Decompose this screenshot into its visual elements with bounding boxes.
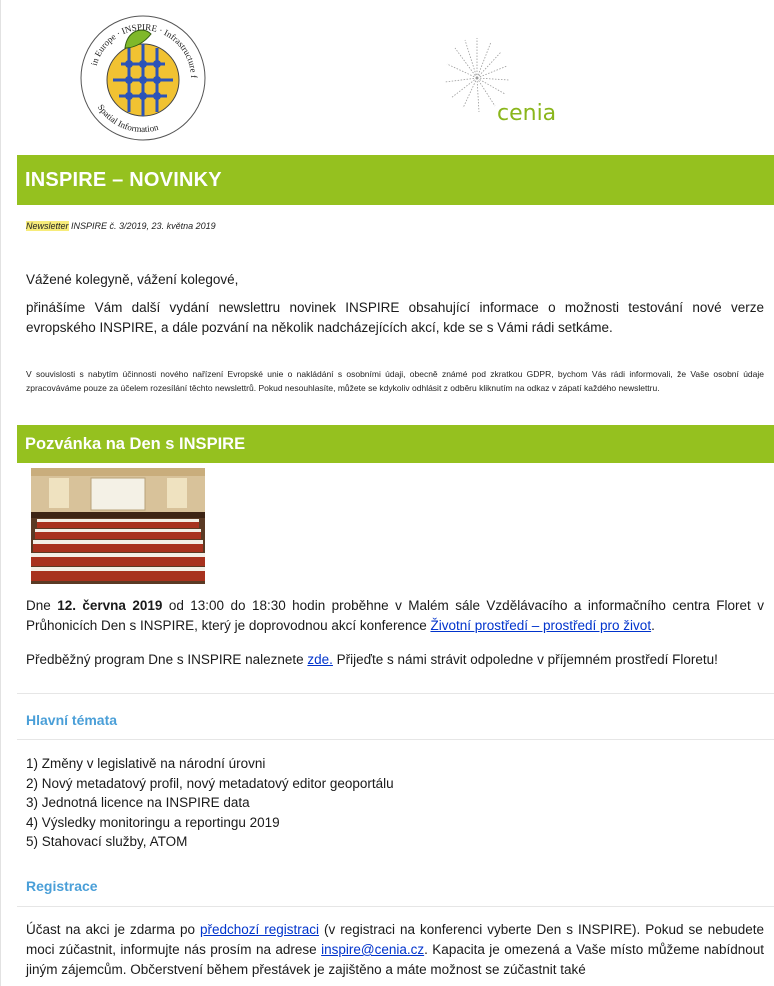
p1-end: . [651, 618, 655, 633]
newsletter-title: INSPIRE – NOVINKY [17, 155, 774, 205]
greeting: Vážené kolegyně, vážení kolegové, [26, 272, 239, 287]
newsletter-page: in Europe · INSPIRE · Infrastructure for… [0, 0, 774, 986]
email-link[interactable]: inspire@cenia.cz [321, 942, 424, 957]
conference-hall-photo [31, 468, 205, 584]
event-date: 12. června 2019 [57, 598, 163, 613]
list-item: 1) Změny v legislativě na národní úrovni [26, 756, 266, 771]
newsletter-label: Newsletter [26, 221, 69, 231]
list-item: 5) Stahovací služby, ATOM [26, 834, 188, 849]
list-item: 4) Výsledky monitoringu a reportingu 201… [26, 814, 280, 830]
event-paragraph: Dne 12. června 2019 od 13:00 do 18:30 ho… [26, 596, 764, 636]
p2-text: Přijeďte s námi strávit odpoledne v příj… [332, 652, 718, 667]
conference-link[interactable]: Životní prostředí – prostředí pro život [430, 618, 651, 633]
issue-info: INSPIRE č. 3/2019, 23. května 2019 [68, 221, 216, 231]
p1-prefix: Dne [26, 598, 58, 613]
section-title: Pozvánka na Den s INSPIRE [17, 425, 774, 463]
list-item: 3) Jednotná licence na INSPIRE data [26, 795, 250, 810]
topics-heading: Hlavní témata [26, 712, 118, 728]
program-paragraph: Předběžný program Dne s INSPIRE naleznet… [26, 650, 764, 670]
program-link[interactable]: zde. [307, 652, 333, 667]
topics-list: 1) Změny v legislativě na národní úrovni… [26, 754, 394, 852]
issue-line: Newsletter INSPIRE č. 3/2019, 23. května… [26, 221, 216, 231]
inspire-logo: in Europe · INSPIRE · Infrastructure for… [73, 8, 206, 141]
cenia-wordmark: cenia [497, 101, 556, 126]
gdpr-note: V souvislosti s nabytím účinnosti nového… [26, 369, 764, 393]
registration-paragraph: Účast na akci je zdarma po předchozí reg… [26, 920, 764, 980]
registration-heading: Registrace [26, 878, 98, 894]
divider [17, 693, 774, 694]
list-item: 2) Nový metadatový profil, nový metadato… [26, 775, 394, 791]
reg-prefix: Účast na akci je zdarma po [26, 922, 200, 937]
registration-link[interactable]: předchozí registraci [200, 922, 319, 937]
p2-prefix: Předběžný program Dne s INSPIRE naleznet… [26, 652, 308, 667]
divider [17, 739, 774, 740]
divider [17, 906, 774, 907]
logo-area: in Europe · INSPIRE · Infrastructure for… [1, 0, 774, 155]
intro-paragraph: přinášíme Vám další vydání newslettru no… [26, 300, 764, 335]
cenia-logo: cenia [444, 38, 556, 126]
